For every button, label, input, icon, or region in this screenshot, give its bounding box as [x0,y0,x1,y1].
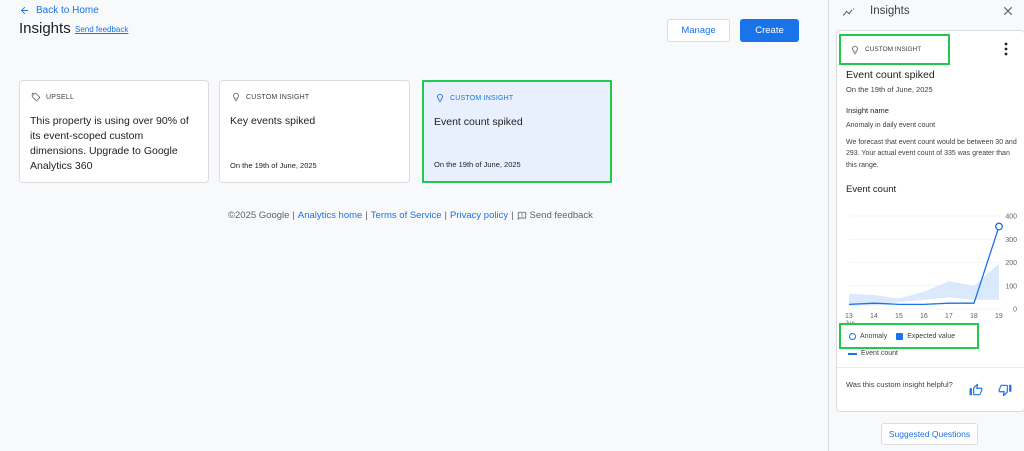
x-tick-label: 17 [945,313,953,320]
chart-legend: Anomaly Expected value [839,323,979,349]
page-title: Insights [19,20,71,37]
x-tick-label: 19 [995,313,1003,320]
x-tick-label: 16 [920,313,928,320]
back-to-home-link[interactable]: Back to Home [19,5,99,16]
y-tick-label: 200 [1005,260,1017,267]
insight-detail-card: CUSTOM INSIGHT Event count spiked On the… [836,30,1024,412]
insight-name: Anomaly in daily event count [846,122,936,129]
y-tick-label: 100 [1005,283,1017,290]
insight-name-heading: Insight name [846,106,889,115]
insight-card-upsell[interactable]: UPSELL This property is using over 90% o… [19,80,209,183]
suggested-questions-button[interactable]: Suggested Questions [881,423,978,445]
terms-link[interactable]: Terms of Service [371,210,442,221]
anomaly-point [995,222,1003,231]
event-count-legend: Event count [848,350,898,357]
x-tick-label: 14 [870,313,878,320]
separator: | [365,210,368,221]
insight-card-key-events[interactable]: CUSTOM INSIGHT Key events spiked On the … [219,80,410,183]
card-tag: UPSELL [31,92,74,102]
send-feedback-link[interactable]: Send feedback [75,25,128,34]
expected-range-band [849,263,999,306]
separator: | [292,210,295,221]
y-tick-label: 400 [1005,214,1017,221]
x-tick-label: 13 [845,313,853,320]
create-button[interactable]: Create [740,19,799,42]
separator: | [444,210,447,221]
y-tick-label: 300 [1005,237,1017,244]
chart-title: Event count [846,184,897,195]
card-body: This property is using over 90% of its e… [30,115,189,172]
detail-date: On the 19th of June, 2025 [846,85,933,94]
detail-title: Event count spiked [846,69,935,81]
divider [837,367,1024,368]
helpful-question: Was this custom insight helpful? [846,380,953,389]
privacy-link[interactable]: Privacy policy [450,210,508,221]
card-body: Key events spiked [230,115,316,127]
insight-card-event-count[interactable]: CUSTOM INSIGHT Event count spiked On the… [422,80,612,183]
main-content: Back to Home Insights Send feedback Mana… [0,0,828,451]
separator: | [511,210,514,221]
tag-icon [31,92,41,102]
insights-panel: Insights CUSTOM INSIGHT Event count spik… [828,0,1024,451]
manage-button[interactable]: Manage [667,19,730,42]
x-tick-label: 15 [895,313,903,320]
analytics-home-link[interactable]: Analytics home [298,210,362,221]
lightbulb-icon [233,92,239,102]
y-tick-label: 0 [1013,307,1017,314]
panel-title: Insights [870,5,910,17]
feedback-icon [517,211,526,220]
card-body: Event count spiked [434,116,523,128]
event-count-legend-label: Event count [861,350,898,357]
insight-description: We forecast that event count would be be… [846,139,1017,169]
close-icon[interactable] [1001,4,1015,18]
panel-header: Insights [829,0,1024,25]
more-options-icon[interactable] [1002,42,1010,56]
footer: ©2025 Google | Analytics home | Terms of… [228,210,593,221]
back-label: Back to Home [36,5,99,16]
card-tag-label: UPSELL [46,93,75,101]
x-tick-label: 18 [970,313,978,320]
thumbs-down-icon[interactable] [998,383,1012,397]
card-tag: CUSTOM INSIGHT [231,92,309,102]
copyright: ©2025 Google [228,210,290,221]
arrow-left-icon [20,6,29,15]
detail-tag: CUSTOM INSIGHT [839,34,950,65]
detail-tag-label: CUSTOM INSIGHT [865,46,922,53]
footer-send-feedback[interactable]: Send feedback [530,210,593,221]
thumbs-up-icon[interactable] [969,383,983,397]
lightbulb-icon [852,45,858,54]
card-tag-label: CUSTOM INSIGHT [246,93,310,101]
card-date: On the 19th of June, 2025 [230,161,317,170]
checkbox-icon[interactable] [896,332,904,340]
anomaly-legend-marker [849,332,856,340]
insights-trend-icon [842,7,856,16]
event-count-chart: 400300200100013 14 15 16 17 18 19Jun [845,214,1017,327]
card-tag-label: CUSTOM INSIGHT [450,94,514,102]
event-count-legend-line [848,352,857,355]
card-tag: CUSTOM INSIGHT [435,93,513,103]
card-date: On the 19th of June, 2025 [434,160,521,169]
expected-legend-label: Expected value [907,332,956,340]
anomaly-legend-label: Anomaly [860,332,888,340]
lightbulb-icon [437,93,443,103]
